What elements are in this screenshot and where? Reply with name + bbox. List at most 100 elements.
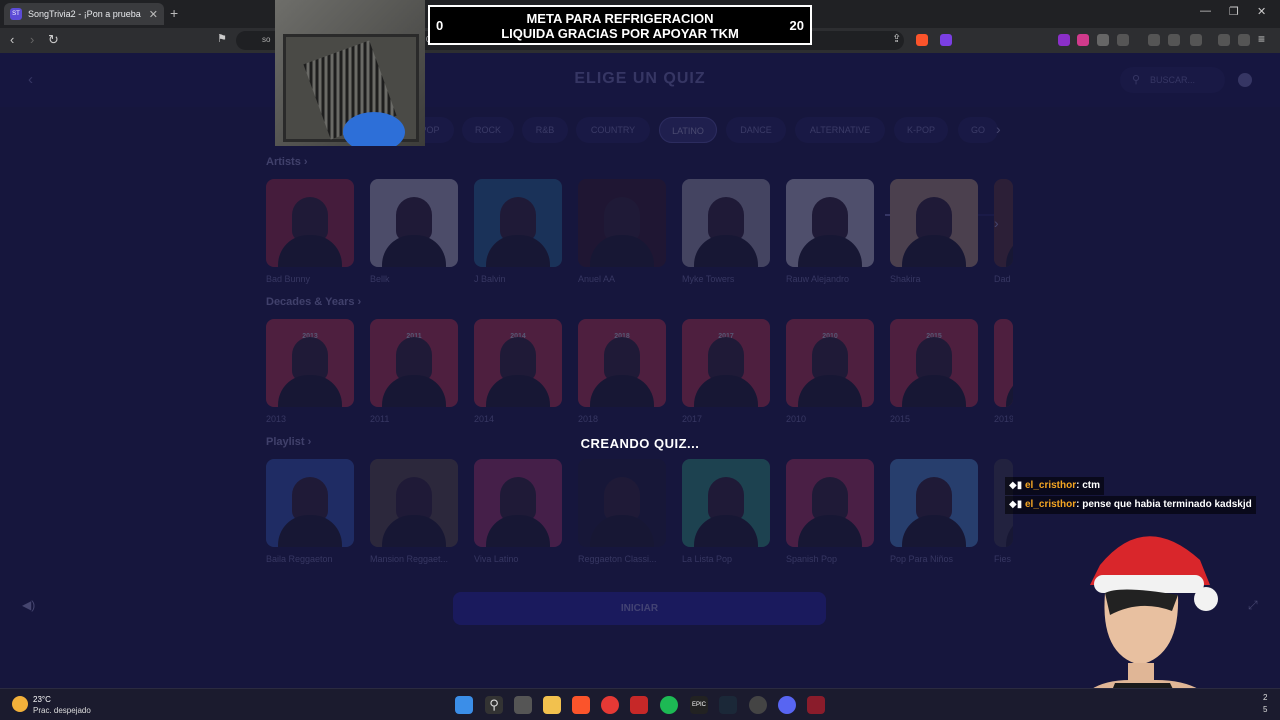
start-button[interactable]: INICIAR	[453, 592, 826, 625]
genre-chip[interactable]: ALTERNATIVE	[795, 117, 885, 143]
wallet-icon[interactable]	[1190, 34, 1202, 46]
chat-message: ◆▮ el_cristhor: ctm	[1005, 477, 1105, 495]
maximize-button[interactable]: ❐	[1229, 5, 1239, 18]
brave-rewards-icon[interactable]	[940, 34, 952, 46]
playlist-card-label: Spanish Pop	[786, 554, 838, 564]
file-explorer-icon[interactable]	[543, 696, 561, 714]
genre-chip[interactable]: K-POP	[894, 117, 948, 143]
section-title-decades[interactable]: Decades & Years ›	[266, 296, 361, 308]
extension-icon-2[interactable]	[1077, 34, 1089, 46]
decade-card[interactable]: 2019	[994, 319, 1013, 407]
close-window-button[interactable]: ✕	[1257, 5, 1266, 18]
genre-chip-selected[interactable]: LATINO	[659, 117, 717, 143]
decade-card[interactable]: 2010	[786, 319, 874, 407]
volume-icon[interactable]: ◀)	[22, 598, 35, 612]
spotify-icon[interactable]	[660, 696, 678, 714]
decade-card[interactable]: 2018	[578, 319, 666, 407]
genre-chip[interactable]: GO	[958, 117, 998, 143]
decade-card-label: 2014	[474, 414, 495, 424]
artist-card-label: Shakira	[890, 274, 921, 284]
close-tab-icon[interactable]: ✕	[149, 8, 158, 21]
search-icon[interactable]: ⚲	[485, 696, 503, 714]
extension-icon[interactable]	[1058, 34, 1070, 46]
vpn-icon[interactable]	[1238, 34, 1250, 46]
sidebar-icon[interactable]	[1168, 34, 1180, 46]
genre-chip[interactable]: DANCE	[726, 117, 786, 143]
decade-card[interactable]: 2015	[890, 319, 978, 407]
weather-icon[interactable]	[12, 696, 28, 712]
chevron-right-icon[interactable]: ›	[996, 121, 1001, 137]
chat-badge-icon: ◆▮	[1009, 499, 1025, 510]
artist-card[interactable]	[786, 179, 874, 267]
genre-chip[interactable]: COUNTRY	[576, 117, 650, 143]
decade-card-label: 2019	[994, 414, 1013, 424]
artist-card-label: J Balvin	[474, 274, 506, 284]
playlist-card[interactable]	[890, 459, 978, 547]
search-input[interactable]: ⚲ BUSCAR...	[1120, 67, 1225, 93]
extensions-puzzle-icon[interactable]	[1097, 34, 1109, 46]
genre-chip[interactable]: ROCK	[462, 117, 514, 143]
epic-games-icon[interactable]: EPIC	[690, 696, 708, 714]
bookmark-icon[interactable]: ⚑	[217, 32, 227, 45]
section-title-playlist[interactable]: Playlist ›	[266, 436, 311, 448]
back-button[interactable]: ‹	[10, 32, 14, 47]
artist-card[interactable]	[682, 179, 770, 267]
artist-card[interactable]	[578, 179, 666, 267]
brave-browser-icon[interactable]	[572, 696, 590, 714]
artist-card-label: Rauw Alejandro	[786, 274, 850, 284]
media-player-icon[interactable]	[601, 696, 619, 714]
weather-temperature: 23°C	[33, 695, 51, 704]
decade-card[interactable]: 2011	[370, 319, 458, 407]
playlist-card[interactable]	[266, 459, 354, 547]
browser-tab[interactable]: ST SongTrivia2 - ¡Pon a prueba tus conoc…	[4, 3, 164, 25]
decade-card-year: 2019	[994, 333, 1013, 340]
decade-card-label: 2018	[578, 414, 599, 424]
artist-card[interactable]	[370, 179, 458, 267]
playlist-card[interactable]	[786, 459, 874, 547]
playlist-card-label: La Lista Pop	[682, 554, 733, 564]
app-icon-2[interactable]	[807, 696, 825, 714]
decade-card[interactable]: 2017	[682, 319, 770, 407]
playlist-card[interactable]	[682, 459, 770, 547]
artist-card[interactable]	[266, 179, 354, 267]
user-icon[interactable]	[1238, 73, 1252, 87]
section-title-artists[interactable]: Artists ›	[266, 156, 308, 168]
playlist-card[interactable]	[578, 459, 666, 547]
date-fragment: 5	[1263, 705, 1268, 714]
playlist-card[interactable]	[474, 459, 562, 547]
genre-chip[interactable]: R&B	[522, 117, 568, 143]
artist-card-label: Bellk	[370, 274, 390, 284]
site-favicon-icon: ST	[10, 8, 22, 20]
obs-icon[interactable]	[749, 696, 767, 714]
start-icon[interactable]	[455, 696, 473, 714]
decade-card-label: 2010	[786, 414, 807, 424]
reload-button[interactable]: ↻	[48, 32, 59, 48]
task-view-icon[interactable]	[514, 696, 532, 714]
new-tab-button[interactable]: +	[170, 5, 178, 21]
share-icon[interactable]: ⇪	[892, 32, 901, 45]
chevron-right-icon[interactable]: ›	[994, 215, 999, 231]
app-icon[interactable]	[630, 696, 648, 714]
decade-card[interactable]: 2013	[266, 319, 354, 407]
forward-button[interactable]: ›	[30, 32, 34, 47]
minimize-button[interactable]: —	[1200, 5, 1211, 17]
decade-card[interactable]: 2014	[474, 319, 562, 407]
leo-icon[interactable]	[1218, 34, 1230, 46]
clock-fragment: 2	[1263, 693, 1268, 702]
tab-search-icon[interactable]	[1117, 34, 1129, 46]
goal-title-line1: META PARA REFRIGERACION	[526, 11, 714, 26]
page-header: ‹ ELIGE UN QUIZ ⚲ BUSCAR...	[0, 53, 1280, 107]
decade-card-label: 2013	[266, 414, 287, 424]
goal-target: 20	[789, 18, 804, 33]
discord-icon[interactable]	[778, 696, 796, 714]
webcam-overlay	[275, 0, 425, 146]
media-icon[interactable]	[1148, 34, 1160, 46]
artist-card[interactable]	[890, 179, 978, 267]
brave-shields-icon[interactable]	[916, 34, 928, 46]
tab-title: SongTrivia2 - ¡Pon a prueba tus conoc	[28, 9, 143, 19]
playlist-card[interactable]	[370, 459, 458, 547]
steam-icon[interactable]	[719, 696, 737, 714]
back-arrow-icon[interactable]: ‹	[28, 71, 33, 88]
menu-icon[interactable]: ≡	[1258, 32, 1265, 46]
artist-card[interactable]	[474, 179, 562, 267]
